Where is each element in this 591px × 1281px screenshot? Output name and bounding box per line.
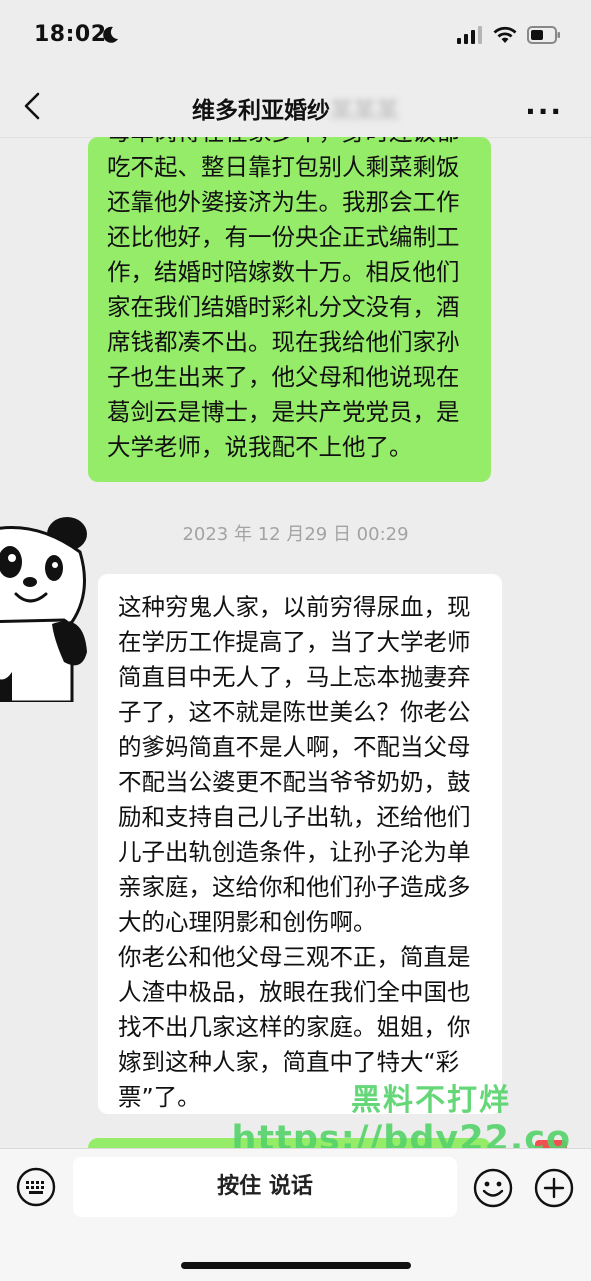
signal-icon xyxy=(457,26,482,44)
panda-avatar[interactable] xyxy=(0,512,97,702)
incoming-message[interactable]: 这种穷鬼人家，以前穷得尿血，现在学历工作提高了，当了大学老师简直目中无人了，马上… xyxy=(98,574,502,1114)
chat-title-obscured: 某某某 xyxy=(330,98,399,124)
watermark-line1: 黑料不打烊 xyxy=(351,1083,511,1118)
outgoing-message-text: 母单岗得在在家多年，身时连饭都吃不起、整日靠打包别人剩菜剩饭还靠他外婆接济为生。… xyxy=(107,137,460,461)
emoji-icon[interactable] xyxy=(472,1167,514,1209)
outgoing-message[interactable]: 母单岗得在在家多年，身时连饭都吃不起、整日靠打包别人剩菜剩饭还靠他外婆接济为生。… xyxy=(88,137,491,482)
hold-to-talk-button[interactable]: 按住 说话 xyxy=(73,1157,457,1217)
moon-icon xyxy=(103,26,118,43)
status-icons xyxy=(457,26,561,44)
incoming-message-text: 这种穷鬼人家，以前穷得尿血，现在学历工作提高了，当了大学老师简直目中无人了，马上… xyxy=(118,593,471,1111)
status-bar: 18:02 xyxy=(0,0,591,75)
watermark: 黑料不打烊 https://bdy22.co xyxy=(231,1075,571,1159)
plus-icon[interactable] xyxy=(533,1167,575,1209)
home-indicator xyxy=(181,1262,411,1269)
chat-title: 维多利亚婚纱某某某 xyxy=(0,91,591,125)
more-options-icon[interactable]: ··· xyxy=(525,95,563,128)
nav-bar: 维多利亚婚纱某某某 ··· xyxy=(0,75,591,138)
chat-title-visible: 维多利亚婚纱 xyxy=(192,98,330,124)
battery-icon xyxy=(527,26,560,44)
keyboard-toggle-icon[interactable] xyxy=(16,1167,56,1207)
wifi-icon xyxy=(493,26,517,43)
status-time: 18:02 xyxy=(34,22,107,47)
